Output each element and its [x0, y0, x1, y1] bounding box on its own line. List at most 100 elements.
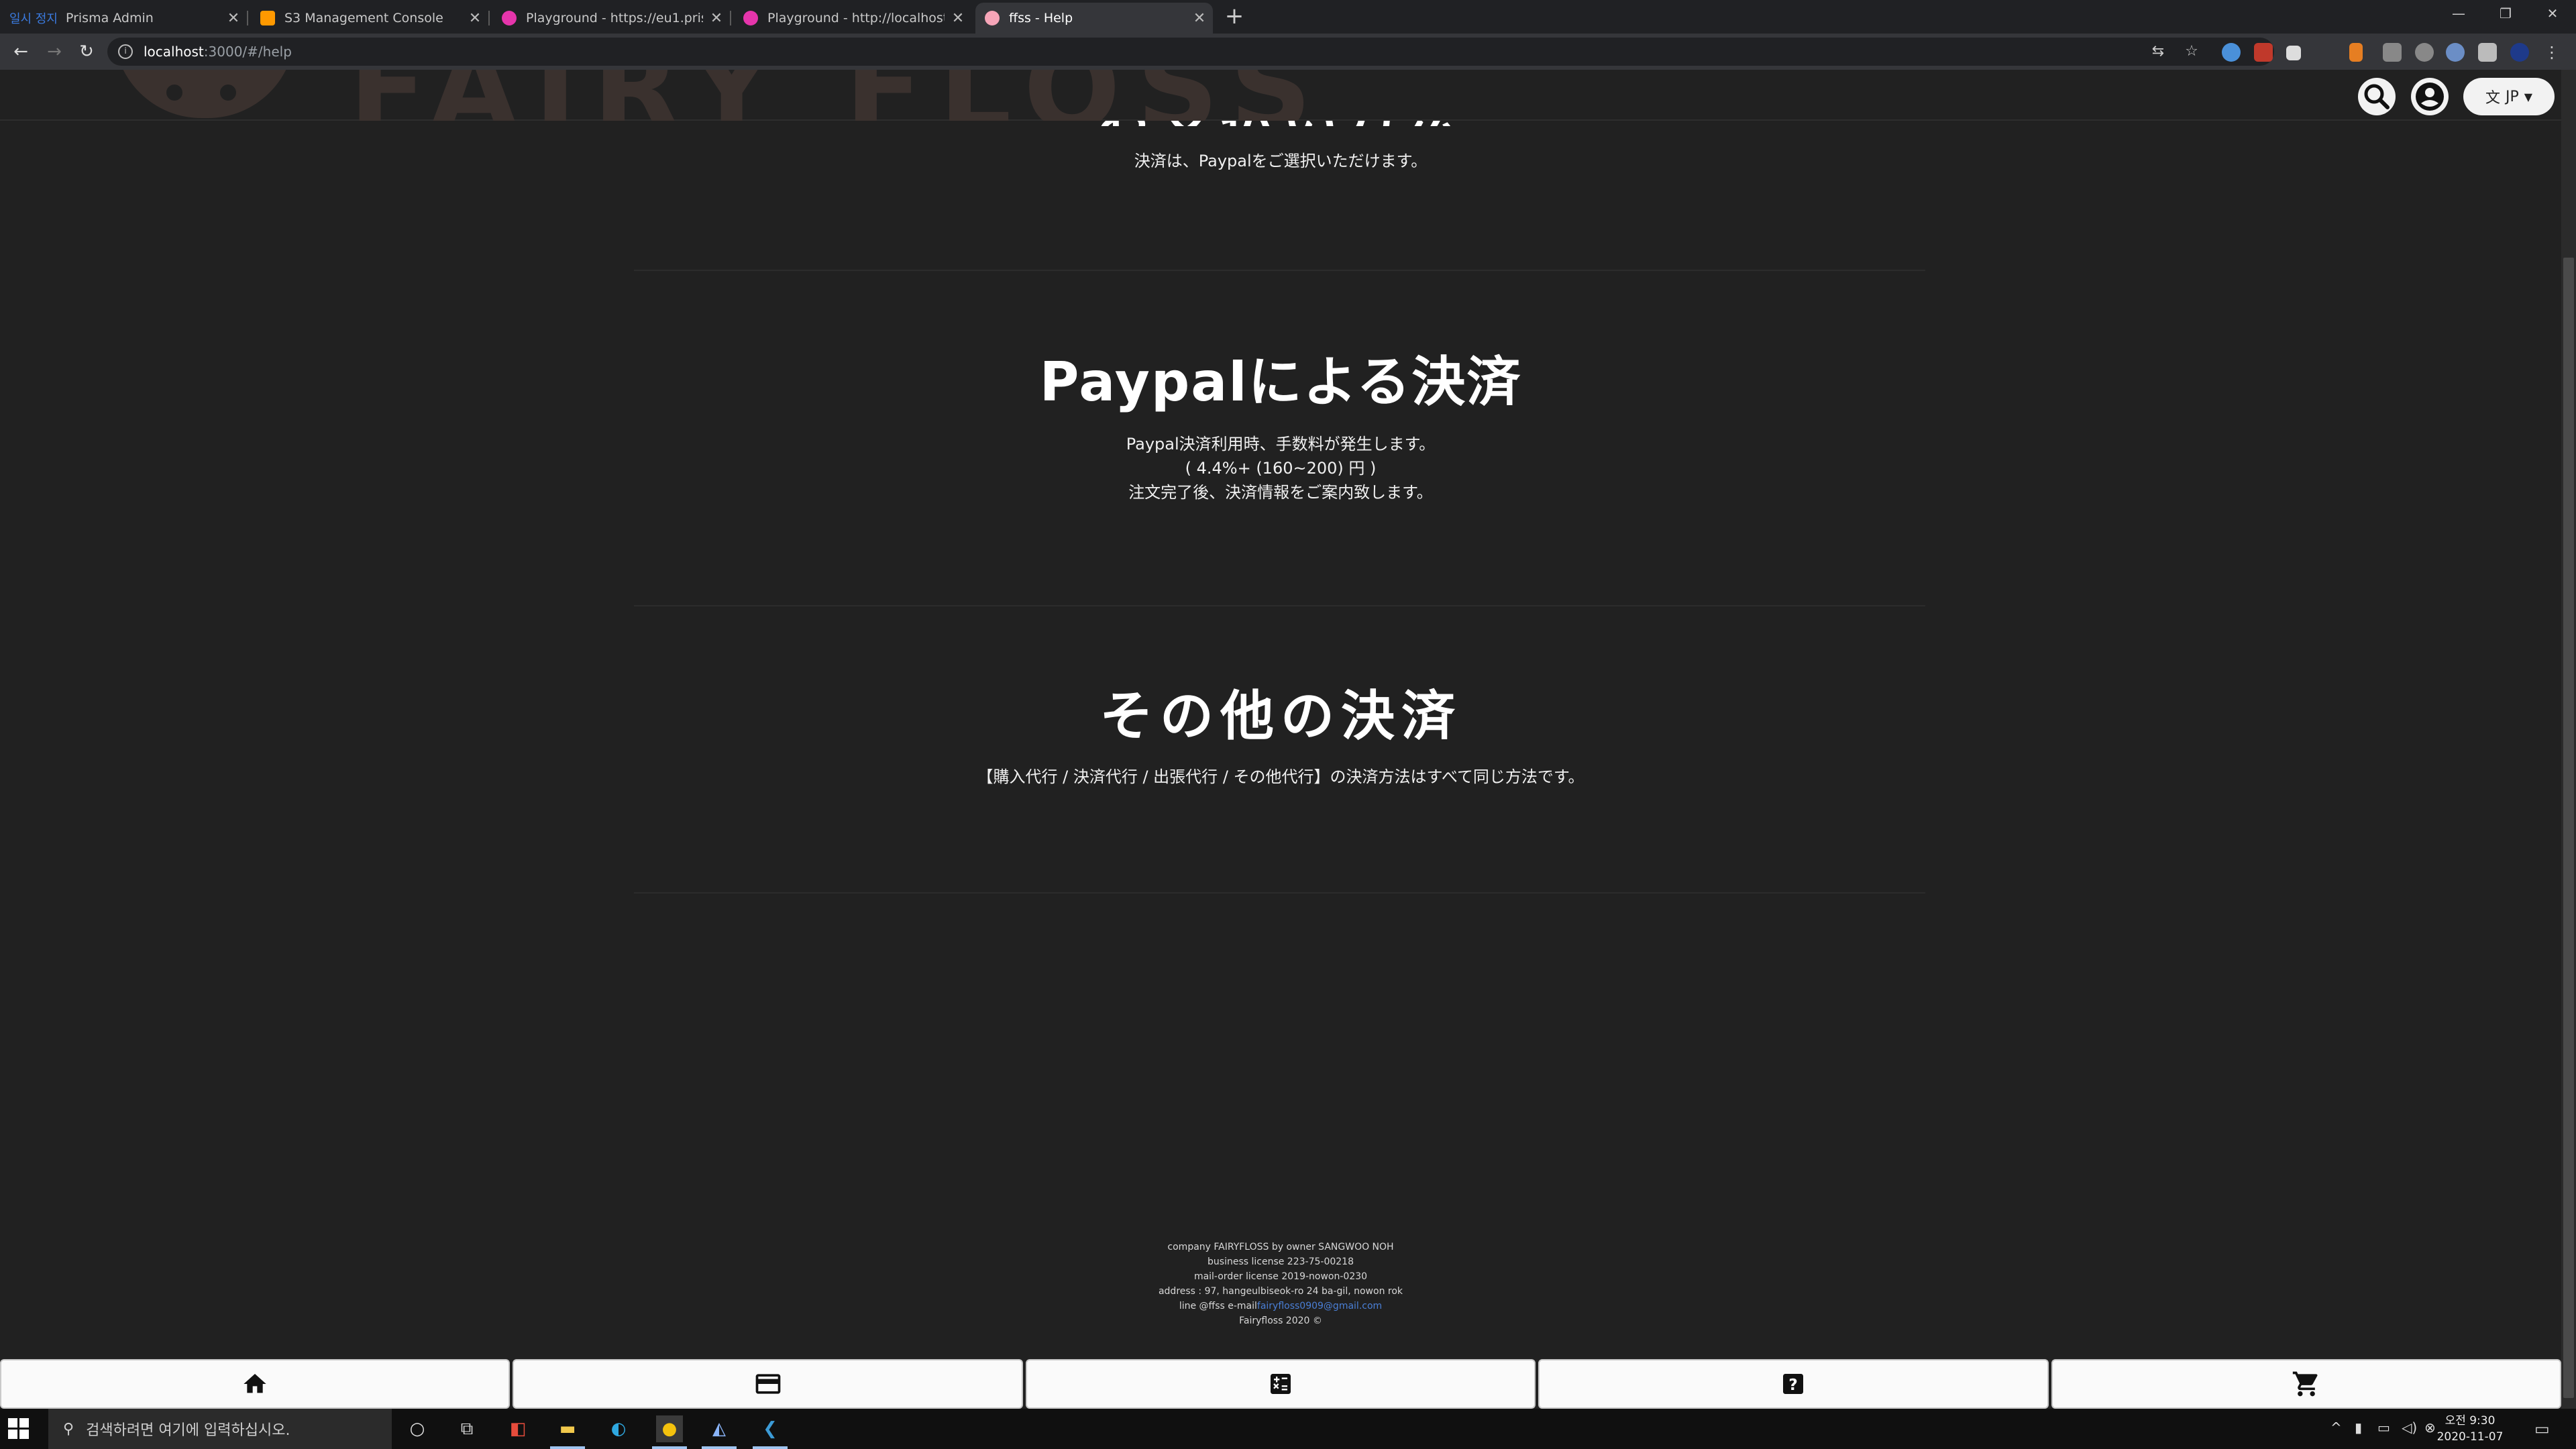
vscode-icon[interactable]: ❮: [757, 1415, 784, 1442]
extension-icon[interactable]: [2446, 43, 2465, 62]
taskbar-search-placeholder: 검색하려면 여기에 입력하십시오.: [86, 1422, 290, 1439]
extension-icon[interactable]: [2349, 43, 2363, 62]
home-icon: [244, 1374, 266, 1393]
footer-business-license: business license 223-75-00218: [1208, 1256, 1354, 1267]
restore-button[interactable]: ❐: [2482, 0, 2529, 27]
help-icon: ?: [1783, 1374, 1804, 1394]
graphql-icon: [502, 11, 517, 25]
page-scrollbar[interactable]: [2561, 70, 2576, 1409]
page-viewport: お支払い方法 FAIRY FLOSS 文 JP ▼ 決済は、Paypalをご選択…: [0, 70, 2561, 1359]
bottom-navigation: ?: [0, 1359, 2562, 1409]
translate-icon[interactable]: ⇆: [2149, 43, 2167, 60]
close-icon[interactable]: ✕: [703, 10, 730, 27]
section-heading: Paypalによる決済: [1039, 351, 1522, 413]
extension-icon[interactable]: [2383, 43, 2402, 62]
volume-icon[interactable]: ◁): [2402, 1419, 2417, 1436]
windows-start-button[interactable]: [8, 1418, 30, 1440]
footer-copyright: Fairyfloss 2020 ©: [1239, 1316, 1322, 1326]
taskbar-search-box[interactable]: ⚲ 검색하려면 여기에 입력하십시오.: [48, 1409, 392, 1449]
cortana-icon[interactable]: ○: [404, 1415, 431, 1442]
reload-button[interactable]: ↻: [74, 39, 99, 64]
tab-title: S3 Management Console: [284, 11, 443, 25]
tab-playground-localhost[interactable]: Playground - http://localhost:40 ✕: [734, 3, 971, 34]
notification-icon[interactable]: ▭: [2534, 1419, 2550, 1438]
minimize-button[interactable]: —: [2435, 0, 2482, 27]
forward-button[interactable]: →: [42, 39, 67, 64]
new-tab-button[interactable]: +: [1221, 3, 1248, 31]
address-bar[interactable]: i localhost:3000/#/help: [107, 38, 2274, 66]
language-selector[interactable]: 文 JP ▼: [2463, 78, 2555, 115]
close-window-button[interactable]: ✕: [2529, 0, 2576, 27]
search-icon: [2364, 84, 2390, 109]
logo-text[interactable]: FAIRY FLOSS: [349, 70, 1583, 121]
browser-tab-bar: 일시 정지 Prisma Admin ✕ S3 Management Conso…: [0, 0, 2576, 34]
section-other: その他の決済 【購入代行 / 決済代行 / 出張代行 / その他代行】の決済方法…: [0, 684, 2561, 789]
network-icon[interactable]: ▭: [2377, 1419, 2390, 1436]
tab-title: Playground - https://eu1.prisma: [526, 11, 703, 25]
calculator-button[interactable]: [1025, 1359, 1536, 1409]
tab-favicon-text: 일시 정지: [9, 12, 58, 26]
tab-ffss-help[interactable]: ffss - Help ✕: [975, 3, 1213, 34]
office-icon[interactable]: ◧: [504, 1415, 531, 1442]
tab-s3-console[interactable]: S3 Management Console ✕: [251, 3, 488, 34]
footer-contact: line @ffss e-mailfairyfloss0909@gmail.co…: [1179, 1301, 1383, 1311]
puzzle-icon[interactable]: [2478, 43, 2497, 62]
browser-toolbar: ← → ↻ i localhost:3000/#/help ⇆ ☆: [0, 34, 2576, 70]
tab-separator: [247, 11, 248, 25]
payment-button[interactable]: [513, 1359, 1023, 1409]
profile-avatar[interactable]: [2510, 43, 2529, 62]
info-icon[interactable]: i: [118, 44, 133, 59]
ffss-favicon-icon: [985, 11, 1000, 25]
section-body: 決済は、Paypalをご選択いただけます。: [1134, 152, 1428, 170]
translate-icon: 文: [2485, 90, 2500, 107]
site-footer: company FAIRYFLOSS by owner SANGWOO NOH …: [0, 1240, 2561, 1328]
taskbar-clock[interactable]: 오전 9:30 2020-11-07: [2436, 1413, 2504, 1445]
tab-separator: [488, 11, 490, 25]
section-divider: [634, 892, 1925, 894]
help-button[interactable]: ?: [1538, 1359, 2049, 1409]
section-divider: [634, 605, 1925, 606]
logo-mark[interactable]: [114, 70, 295, 118]
cart-button[interactable]: [2051, 1359, 2562, 1409]
microphone-icon[interactable]: ▮: [2355, 1419, 2362, 1436]
section-paypal: Paypalによる決済 Paypal決済利用時、手数料が発生します。 ( 4.4…: [0, 350, 2561, 504]
chrome-icon[interactable]: ●: [656, 1415, 683, 1442]
extension-icon[interactable]: [2415, 43, 2434, 62]
bookmark-star-icon[interactable]: ☆: [2183, 43, 2200, 60]
close-icon[interactable]: ✕: [462, 10, 488, 27]
tab-title: Prisma Admin: [65, 11, 154, 25]
footer-email-link[interactable]: fairyfloss0909@gmail.com: [1257, 1301, 1382, 1311]
graphql-icon: [743, 11, 758, 25]
extension-icon[interactable]: [2254, 43, 2273, 62]
app-icon[interactable]: ◭: [706, 1415, 733, 1442]
close-icon[interactable]: ✕: [1186, 10, 1213, 27]
app-running-indicator: [702, 1446, 737, 1449]
tab-playground-eu1[interactable]: Playground - https://eu1.prisma ✕: [492, 3, 730, 34]
address-path: :3000/#/help: [203, 44, 292, 60]
status-icon[interactable]: ⊗: [2424, 1419, 2436, 1436]
close-icon[interactable]: ✕: [220, 10, 247, 27]
browser-menu-icon[interactable]: ⋮: [2544, 43, 2560, 62]
account-button[interactable]: [2411, 78, 2449, 115]
chevron-up-icon[interactable]: ^: [2330, 1419, 2342, 1436]
tab-prisma-admin[interactable]: 일시 정지 Prisma Admin ✕: [0, 3, 247, 34]
close-icon[interactable]: ✕: [945, 10, 971, 27]
scrollbar-thumb[interactable]: [2563, 258, 2574, 1398]
app-running-indicator: [753, 1446, 788, 1449]
file-explorer-icon[interactable]: ▬: [554, 1415, 581, 1442]
account-circle-icon: [2416, 83, 2444, 111]
windows-taskbar: ⚲ 검색하려면 여기에 입력하십시오. ○ ⧉ ◧ ▬ ◐ ● ◭ ❮ ^ ▮ …: [0, 1409, 2576, 1449]
tab-title: ffss - Help: [1009, 11, 1073, 25]
search-button[interactable]: [2358, 78, 2396, 115]
extension-icon[interactable]: [2286, 46, 2301, 60]
task-view-icon[interactable]: ⧉: [453, 1415, 480, 1442]
svg-text:?: ?: [1789, 1375, 1799, 1394]
section-line: ( 4.4%+ (160~200) 円 ): [1185, 459, 1377, 478]
edge-icon[interactable]: ◐: [605, 1415, 632, 1442]
home-button[interactable]: [0, 1359, 511, 1409]
aws-icon: [260, 11, 275, 25]
chevron-down-icon: ▼: [2524, 90, 2533, 103]
back-button[interactable]: ←: [8, 39, 34, 64]
extension-icon[interactable]: [2222, 43, 2241, 62]
tab-title: Playground - http://localhost:40: [767, 11, 945, 25]
